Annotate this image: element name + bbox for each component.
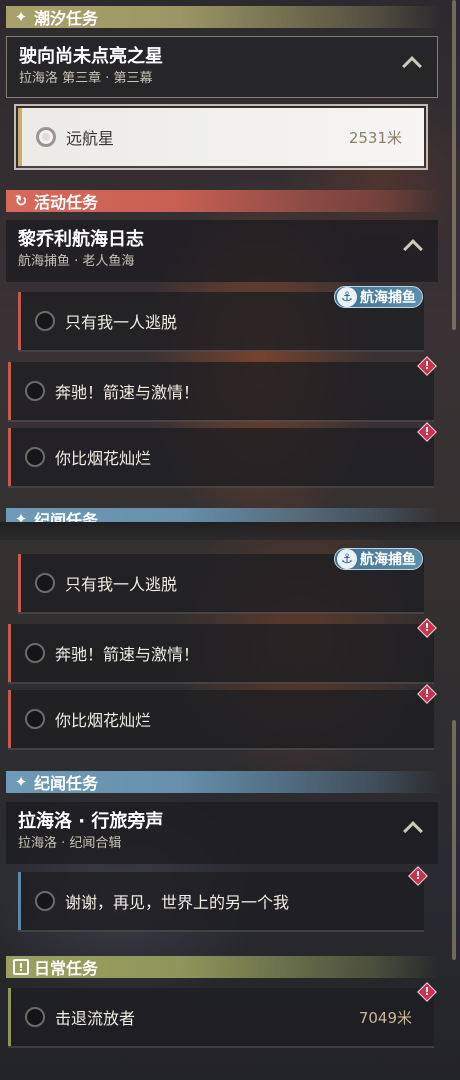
group-subtitle: 拉海洛 第三章 · 第三幕 [19,71,153,86]
task-status-circle-icon [35,573,55,593]
warning-diamond-icon: ! [417,422,437,442]
task-name: 你比烟花灿烂 [55,449,152,468]
task-distance: 7049米 [358,1008,412,1027]
task-yuanhangxing[interactable]: 远航星 2531米 [14,104,428,170]
fishing-tag: ⚓ 航海捕鱼 [334,286,423,308]
task-name: 奔驰！箭速与激情！ [55,383,200,402]
task-name: 远航星 [66,129,115,148]
scrollbar[interactable] [452,0,456,330]
task-status-circle-icon [25,1007,45,1027]
task-status-circle-icon [25,381,45,401]
header-jiwen-partial[interactable]: ✦ 纪闻任务 [6,508,440,522]
warning-diamond-icon: ! [417,356,437,376]
task-name: 只有我一人逃脱 [65,575,178,594]
header-richang-label: 日常任务 [34,959,99,978]
group-subtitle: 拉海洛 · 纪闻合辑 [18,836,122,851]
task-distance: 2531米 [348,128,402,147]
task-item[interactable]: 谢谢，再见，世界上的另一个我 [18,872,424,930]
task-item[interactable]: 你比烟花灿烂 [8,428,434,486]
task-item[interactable]: 你比烟花灿烂 [8,690,434,748]
event-swirl-icon: ↻ [14,192,28,210]
task-name: 只有我一人逃脱 [65,313,178,332]
task-status-circle-icon [25,709,45,729]
header-jiwen-label: 纪闻任务 [34,774,99,793]
task-status-circle-icon [35,311,55,331]
panel-divider [0,522,460,540]
task-name: 谢谢，再见，世界上的另一个我 [65,893,290,912]
daily-task-icon: ! [12,958,30,976]
task-name: 击退流放者 [55,1009,136,1028]
scrollbar[interactable] [452,720,456,960]
header-jiwen-label: 纪闻任务 [34,511,99,522]
warning-diamond-icon: ! [408,866,428,886]
warning-diamond-icon: ! [417,982,437,1002]
fishing-tag-label: 航海捕鱼 [360,290,416,306]
sparkle-icon: ✦ [14,8,28,26]
sparkle-icon: ✦ [14,773,28,791]
task-status-circle-icon [35,891,55,911]
header-richang[interactable]: ! 日常任务 [6,956,440,978]
task-name: 你比烟花灿烂 [55,711,152,730]
group-title: 黎乔利航海日志 [18,229,144,250]
task-name: 奔驰！箭速与激情！ [55,645,200,664]
quest-panel-top: ✦ 潮汐任务 驶向尚未点亮之星 拉海洛 第三章 · 第三幕 远航星 2531米 … [0,0,460,522]
task-item[interactable]: 奔驰！箭速与激情！ [8,624,434,682]
quest-group-jiwen[interactable]: 拉海洛 · 行旅旁声 拉海洛 · 纪闻合辑 [6,802,438,864]
sparkle-icon: ✦ [14,510,28,522]
group-title: 拉海洛 · 行旅旁声 [18,811,164,832]
task-status-circle-icon [36,127,56,147]
header-chaoxi[interactable]: ✦ 潮汐任务 [6,6,440,28]
fishing-tag-label: 航海捕鱼 [360,552,416,568]
anchor-icon: ⚓ [337,287,357,307]
warning-diamond-icon: ! [417,684,437,704]
quest-panel-bottom: 只有我一人逃脱 ⚓ 航海捕鱼 奔驰！箭速与激情！ ! 你比烟花灿烂 ! ✦ 纪闻… [0,540,460,1080]
header-jiwen[interactable]: ✦ 纪闻任务 [6,771,440,793]
quest-group-huodong[interactable]: 黎乔利航海日志 航海捕鱼 · 老人鱼海 [6,220,438,282]
group-subtitle: 航海捕鱼 · 老人鱼海 [18,254,135,269]
header-chaoxi-label: 潮汐任务 [34,9,99,28]
group-title: 驶向尚未点亮之星 [19,46,163,67]
anchor-icon: ⚓ [337,549,357,569]
task-status-circle-icon [25,643,45,663]
task-item[interactable]: 奔驰！箭速与激情！ [8,362,434,420]
task-status-circle-icon [25,447,45,467]
header-huodong-label: 活动任务 [34,193,99,212]
task-item[interactable]: 击退流放者 7049米 [8,988,434,1046]
fishing-tag: ⚓ 航海捕鱼 [334,548,423,570]
quest-group-chaoxi[interactable]: 驶向尚未点亮之星 拉海洛 第三章 · 第三幕 [6,36,438,98]
header-huodong[interactable]: ↻ 活动任务 [6,190,440,212]
warning-diamond-icon: ! [417,618,437,638]
